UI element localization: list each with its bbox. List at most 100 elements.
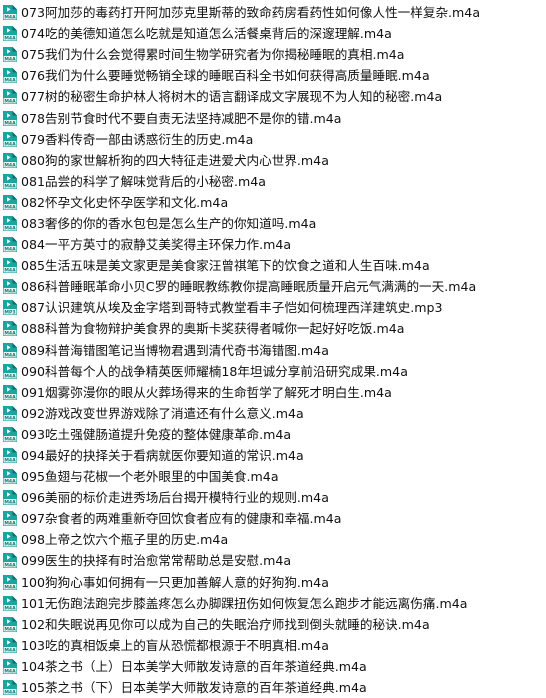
file-name: 105茶之书（下）日本美学大师散发诗意的百年茶道经典.m4a [21,680,367,696]
audio-file-icon: M4A [2,152,18,169]
audio-file-icon: M4A [2,131,18,148]
file-name: 074吃的美德知道怎么吃就是知道怎么活餐桌背后的深邃理解.m4a [21,26,392,42]
file-name: 100狗狗心事如何拥有一只更加善解人意的好狗狗.m4a [21,574,329,590]
file-name: 078告别节食时代不要自责无法坚持减肥不是你的错.m4a [21,110,342,126]
file-row[interactable]: M4A 093吃土强健肠道提升免疫的整体健康革命.m4a [0,424,546,445]
file-name: 079香料传奇一部由诱惑衍生的历史.m4a [21,131,254,147]
file-row[interactable]: M4A 104茶之书（上）日本美学大师散发诗意的百年茶道经典.m4a [0,656,546,677]
svg-text:M4A: M4A [4,542,16,548]
audio-file-icon: M4A [2,215,18,232]
svg-text:MP3: MP3 [4,310,15,316]
file-row[interactable]: M4A 079香料传奇一部由诱惑衍生的历史.m4a [0,129,546,150]
svg-text:M4A: M4A [4,289,16,295]
audio-file-icon: M4A [2,278,18,295]
svg-text:M4A: M4A [4,584,16,590]
svg-text:M4A: M4A [4,373,16,379]
file-name: 088科普为食物辩护美食界的奥斯卡奖获得者喊你一起好好吃饭.m4a [21,321,405,337]
svg-text:M4A: M4A [4,458,16,464]
file-name: 099医生的抉择有时治愈常常帮助总是安慰.m4a [21,553,292,569]
svg-text:M4A: M4A [4,183,16,189]
audio-file-icon: M4A [2,616,18,633]
svg-text:M4A: M4A [4,141,16,147]
audio-file-icon: M4A [2,489,18,506]
file-row[interactable]: M4A 096美丽的标价走进秀场后台揭开模特行业的规则.m4a [0,487,546,508]
file-row[interactable]: M4A 102和失眠说再见你可以成为自己的失眠治疗师找到倒头就睡的秘诀.m4a [0,614,546,635]
file-name: 081品尝的科学了解味觉背后的小秘密.m4a [21,173,266,189]
audio-file-icon: M4A [2,25,18,42]
file-row[interactable]: M4A 073阿加莎的毒药打开阿加莎克里斯蒂的致命药房看药性如何像人性一样复杂.m… [0,2,546,23]
audio-file-icon: M4A [2,658,18,675]
svg-text:M4A: M4A [4,331,16,337]
file-row[interactable]: M4A 103吃的真相饭桌上的盲从恐慌都根源于不明真相.m4a [0,635,546,656]
svg-text:M4A: M4A [4,78,16,84]
file-row[interactable]: M4A 086科普睡眠革命小贝C罗的睡眠教练教你提高睡眠质量开启元气满满的一天.m… [0,276,546,297]
file-name: 097杂食者的两难重新夺回饮食者应有的健康和幸福.m4a [21,511,342,527]
file-row[interactable]: M4A 092游戏改变世界游戏除了消遣还有什么意义.m4a [0,403,546,424]
audio-file-icon: M4A [2,552,18,569]
file-row[interactable]: M4A 097杂食者的两难重新夺回饮食者应有的健康和幸福.m4a [0,508,546,529]
svg-text:M4A: M4A [4,394,16,400]
file-name: 093吃土强健肠道提升免疫的整体健康革命.m4a [21,426,292,442]
file-name: 091烟雾弥漫你的眼从火葬场得来的生命哲学了解死才明白生.m4a [21,384,392,400]
file-name: 073阿加莎的毒药打开阿加莎克里斯蒂的致命药房看药性如何像人性一样复杂.m4a [21,5,481,21]
file-name: 087认识建筑从埃及金字塔到哥特式教堂看丰子恺如何梳理西洋建筑史.mp3 [21,300,443,316]
file-row[interactable]: M4A 105茶之书（下）日本美学大师散发诗意的百年茶道经典.m4a [0,677,546,698]
audio-file-icon: M4A [2,67,18,84]
file-row[interactable]: M4A 076我们为什么要睡觉畅销全球的睡眠百科全书如何获得高质量睡眠.m4a [0,65,546,86]
svg-text:M4A: M4A [4,15,16,21]
svg-text:M4A: M4A [4,521,16,527]
file-name: 102和失眠说再见你可以成为自己的失眠治疗师找到倒头就睡的秘诀.m4a [21,616,430,632]
file-row[interactable]: M4A 080狗的家世解析狗的四大特征走进爱犬内心世界.m4a [0,150,546,171]
file-row[interactable]: M4A 101无伤跑法跑完步膝盖疼怎么办脚踝扭伤如何恢复怎么跑步才能远离伤痛.m4… [0,593,546,614]
file-row[interactable]: M4A 100狗狗心事如何拥有一只更加善解人意的好狗狗.m4a [0,572,546,593]
audio-file-icon: M4A [2,595,18,612]
svg-text:M4A: M4A [4,479,16,485]
svg-text:M4A: M4A [4,36,16,42]
file-name: 101无伤跑法跑完步膝盖疼怎么办脚踝扭伤如何恢复怎么跑步才能远离伤痛.m4a [21,595,468,611]
file-row[interactable]: M4A 089科普海错图笔记当博物君遇到清代奇书海错图.m4a [0,340,546,361]
audio-file-icon: M4A [2,320,18,337]
file-row[interactable]: M4A 082怀孕文化史怀孕医学和文化.m4a [0,192,546,213]
svg-text:M4A: M4A [4,120,16,126]
file-row[interactable]: MP3 087认识建筑从埃及金字塔到哥特式教堂看丰子恺如何梳理西洋建筑史.mp3 [0,297,546,318]
file-name: 104茶之书（上）日本美学大师散发诗意的百年茶道经典.m4a [21,658,367,674]
file-row[interactable]: M4A 098上帝之饮六个瓶子里的历史.m4a [0,529,546,550]
file-row[interactable]: M4A 081品尝的科学了解味觉背后的小秘密.m4a [0,171,546,192]
audio-file-icon: M4A [2,468,18,485]
audio-file-icon: M4A [2,236,18,253]
file-row[interactable]: M4A 083奢侈的你的香水包包是怎么生产的你知道吗.m4a [0,213,546,234]
file-row[interactable]: M4A 077树的秘密生命护林人将树木的语言翻译成文字展现不为人知的秘密.m4a [0,86,546,107]
file-row[interactable]: M4A 099医生的抉择有时治愈常常帮助总是安慰.m4a [0,550,546,571]
file-name: 076我们为什么要睡觉畅销全球的睡眠百科全书如何获得高质量睡眠.m4a [21,68,430,84]
file-row[interactable]: M4A 085生活五味是美文家更是美食家汪曾祺笔下的饮食之道和人生百味.m4a [0,255,546,276]
audio-file-icon: M4A [2,194,18,211]
file-name: 075我们为什么会觉得累时间生物学研究者为你揭秘睡眠的真相.m4a [21,47,405,63]
svg-text:M4A: M4A [4,99,16,105]
file-row[interactable]: M4A 095鱼翅与花椒一个老外眼里的中国美食.m4a [0,466,546,487]
svg-text:M4A: M4A [4,226,16,232]
file-name: 092游戏改变世界游戏除了消遣还有什么意义.m4a [21,405,304,421]
audio-file-icon: M4A [2,679,18,696]
file-name: 082怀孕文化史怀孕医学和文化.m4a [21,194,229,210]
file-row[interactable]: M4A 088科普为食物辩护美食界的奥斯卡奖获得者喊你一起好好吃饭.m4a [0,318,546,339]
file-name: 084一平方英寸的寂静艾美奖得主环保力作.m4a [21,237,292,253]
file-row[interactable]: M4A 074吃的美德知道怎么吃就是知道怎么活餐桌背后的深邃理解.m4a [0,23,546,44]
audio-file-icon: M4A [2,447,18,464]
file-row[interactable]: M4A 075我们为什么会觉得累时间生物学研究者为你揭秘睡眠的真相.m4a [0,44,546,65]
file-name: 094最好的抉择关于看病就医你要知道的常识.m4a [21,448,304,464]
audio-file-icon: M4A [2,88,18,105]
svg-text:M4A: M4A [4,690,16,696]
file-name: 095鱼翅与花椒一个老外眼里的中国美食.m4a [21,469,279,485]
svg-text:M4A: M4A [4,162,16,168]
file-row[interactable]: M4A 090科普每个人的战争精英医师耀楠18年坦诚分享前沿研究成果.m4a [0,361,546,382]
file-row[interactable]: M4A 078告别节食时代不要自责无法坚持减肥不是你的错.m4a [0,107,546,128]
file-row[interactable]: M4A 094最好的抉择关于看病就医你要知道的常识.m4a [0,445,546,466]
file-name: 085生活五味是美文家更是美食家汪曾祺笔下的饮食之道和人生百味.m4a [21,258,430,274]
audio-file-icon: M4A [2,46,18,63]
file-name: 083奢侈的你的香水包包是怎么生产的你知道吗.m4a [21,215,317,231]
file-row[interactable]: M4A 091烟雾弥漫你的眼从火葬场得来的生命哲学了解死才明白生.m4a [0,382,546,403]
svg-text:M4A: M4A [4,647,16,653]
svg-text:M4A: M4A [4,247,16,253]
audio-file-icon: M4A [2,384,18,401]
file-row[interactable]: M4A 084一平方英寸的寂静艾美奖得主环保力作.m4a [0,234,546,255]
